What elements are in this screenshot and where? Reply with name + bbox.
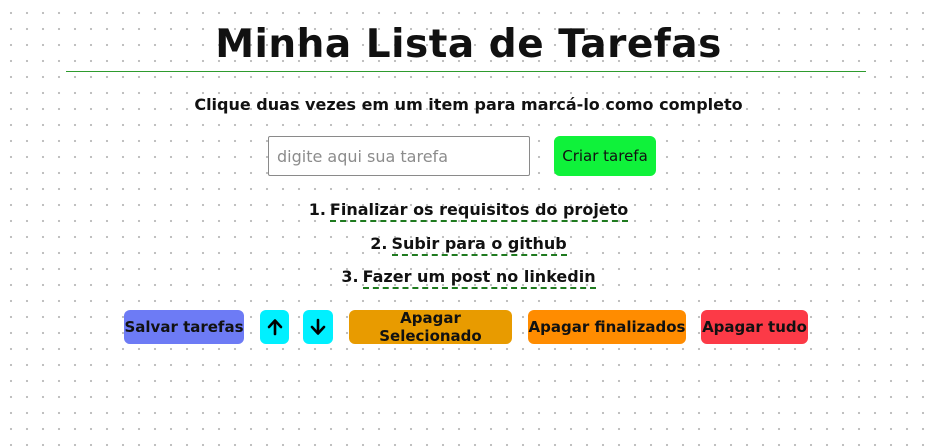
create-task-button[interactable]: Criar tarefa — [554, 136, 656, 176]
delete-selected-button[interactable]: Apagar Selecionado — [349, 309, 512, 345]
task-number: 1. — [308, 200, 326, 219]
task-text[interactable]: Fazer um post no linkedin — [362, 267, 596, 289]
task-text[interactable]: Subir para o github — [391, 233, 567, 256]
task-number: 2. — [370, 233, 388, 253]
move-down-button[interactable] — [303, 310, 333, 344]
arrow-up-icon — [267, 319, 282, 336]
arrow-down-icon — [310, 318, 326, 335]
move-up-button[interactable] — [260, 310, 289, 344]
task-item[interactable]: 3. Fazer um post no linkedin — [0, 263, 937, 297]
task-list: 1. Finalizar os requisitos do projeto 2. S… — [0, 196, 937, 297]
task-input[interactable] — [268, 136, 530, 176]
page: Minha Lista de Tarefas Clique duas vezes… — [0, 0, 937, 447]
task-item[interactable]: 1. Finalizar os requisitos do projeto — [0, 196, 937, 230]
task-item[interactable]: 2. Subir para o github — [0, 230, 937, 264]
delete-all-button[interactable]: Apagar tudo — [701, 310, 808, 344]
page-title: Minha Lista de Tarefas — [215, 22, 722, 67]
title-divider — [66, 71, 866, 72]
instructions-text: Clique duas vezes em um item para marcá-… — [194, 95, 743, 114]
save-tasks-button[interactable]: Salvar tarefas — [124, 310, 244, 344]
delete-finished-button[interactable]: Apagar finalizados — [528, 310, 686, 344]
task-number: 3. — [341, 267, 359, 286]
task-text[interactable]: Finalizar os requisitos do projeto — [329, 200, 629, 222]
